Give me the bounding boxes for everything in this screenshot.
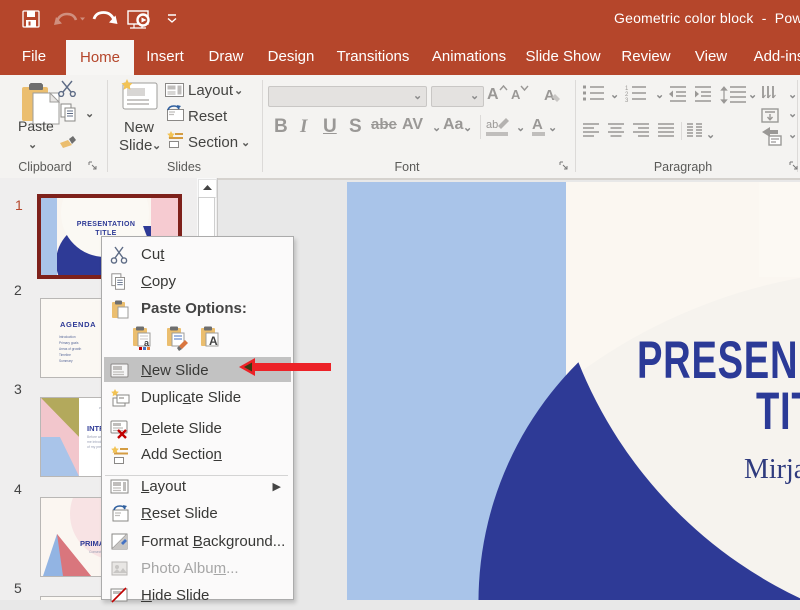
svg-text:PRESENTATION: PRESENTATION — [77, 221, 136, 228]
svg-text:Introduction: Introduction — [59, 335, 76, 339]
svg-text:Primary goals: Primary goals — [59, 341, 79, 345]
svg-text:A: A — [532, 116, 543, 133]
svg-text:AGENDA: AGENDA — [60, 320, 96, 329]
svg-text:A: A — [511, 87, 521, 102]
svg-text:Summary: Summary — [59, 359, 73, 363]
svg-text:Areas of growth: Areas of growth — [59, 347, 82, 351]
svg-text:ab: ab — [486, 119, 498, 131]
svg-text:A: A — [209, 334, 218, 348]
svg-text:A: A — [487, 86, 499, 102]
svg-text:A: A — [544, 87, 555, 103]
svg-text:3: 3 — [625, 98, 629, 104]
svg-text:Timeline: Timeline — [59, 353, 71, 357]
